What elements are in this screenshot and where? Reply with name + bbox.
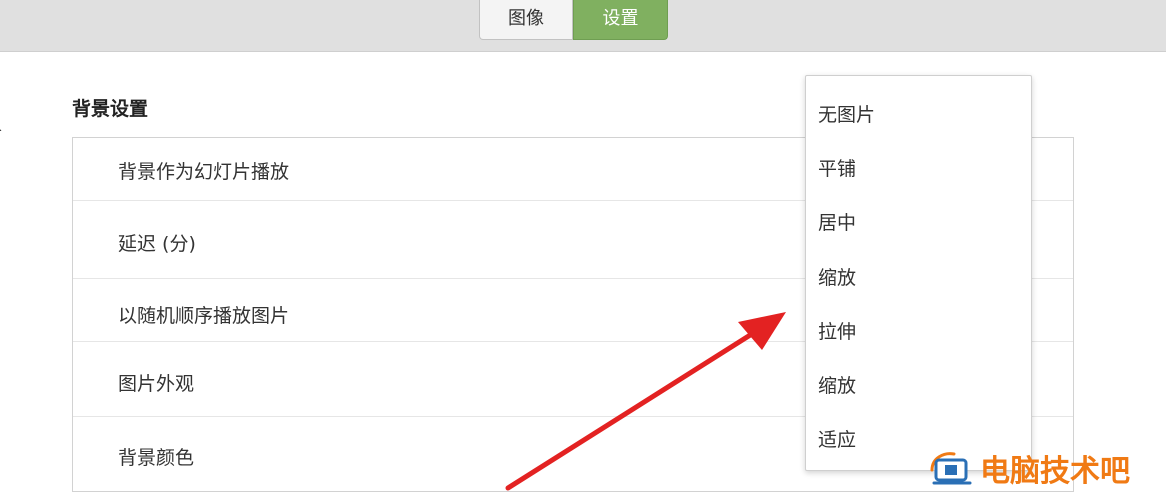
watermark: 电脑技术吧 <box>926 448 1130 489</box>
watermark-text: 电脑技术吧 <box>980 454 1130 489</box>
red-arrow-annotation <box>505 312 786 491</box>
computer-logo-icon <box>930 452 972 485</box>
